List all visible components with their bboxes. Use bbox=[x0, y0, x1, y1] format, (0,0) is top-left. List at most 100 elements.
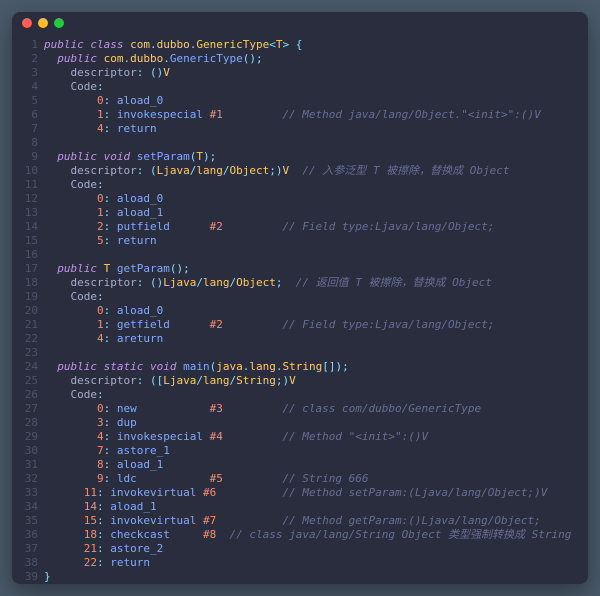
line-number: 39 bbox=[12, 570, 38, 584]
token: ;) bbox=[276, 374, 289, 388]
token: / bbox=[196, 374, 203, 388]
code-line: 8: aload_1 bbox=[44, 458, 588, 472]
token: []); bbox=[322, 360, 349, 374]
comment: // Method setParam:(Ljava/lang/Object;)V bbox=[282, 486, 547, 500]
code-line: 22: return bbox=[44, 556, 588, 570]
token: void bbox=[150, 360, 183, 374]
code-line: 4: areturn bbox=[44, 332, 588, 346]
token: lang bbox=[203, 374, 230, 388]
token: Code bbox=[71, 388, 98, 402]
line-number: 24 bbox=[12, 360, 38, 374]
token: return bbox=[117, 234, 157, 248]
token: T bbox=[104, 262, 117, 276]
token: descriptor bbox=[71, 66, 137, 80]
code-line: public static void main(java.lang.String… bbox=[44, 360, 588, 374]
token: #5 bbox=[210, 472, 223, 486]
token: . bbox=[150, 38, 157, 52]
token: invokevirtual bbox=[110, 486, 203, 500]
token: invokespecial bbox=[117, 108, 210, 122]
token: return bbox=[117, 122, 157, 136]
token: : bbox=[104, 444, 117, 458]
code-line: descriptor: ()V bbox=[44, 66, 588, 80]
token: : bbox=[104, 458, 117, 472]
line-number: 8 bbox=[12, 136, 38, 150]
comment: // Method "<init>":()V bbox=[282, 430, 428, 444]
close-icon[interactable] bbox=[22, 18, 32, 28]
token: aload_1 bbox=[117, 206, 163, 220]
code-line: public T getParam(); bbox=[44, 262, 588, 276]
token: 18 bbox=[84, 528, 97, 542]
token: 0 bbox=[97, 94, 104, 108]
line-number: 4 bbox=[12, 80, 38, 94]
code-line: descriptor: (Ljava/lang/Object;)V // 入参泛… bbox=[44, 164, 588, 178]
token: 0 bbox=[97, 192, 104, 206]
code-line: 11: invokevirtual #6 // Method setParam:… bbox=[44, 486, 588, 500]
token: 1 bbox=[97, 318, 104, 332]
line-number: 29 bbox=[12, 430, 38, 444]
line-number: 34 bbox=[12, 500, 38, 514]
line-number: 23 bbox=[12, 346, 38, 360]
token: public bbox=[57, 150, 103, 164]
code-line: 0: new #3 // class com/dubbo/GenericType bbox=[44, 402, 588, 416]
token: : bbox=[104, 304, 117, 318]
token: getfield bbox=[117, 318, 210, 332]
line-number: 37 bbox=[12, 542, 38, 556]
line-number: 36 bbox=[12, 528, 38, 542]
token: astore_2 bbox=[110, 542, 163, 556]
token: 22 bbox=[84, 556, 97, 570]
token: invokevirtual bbox=[110, 514, 203, 528]
token: Object bbox=[236, 276, 276, 290]
token: main bbox=[183, 360, 210, 374]
token: #4 bbox=[210, 430, 223, 444]
line-number: 21 bbox=[12, 318, 38, 332]
token: areturn bbox=[117, 332, 163, 346]
token: void bbox=[104, 150, 137, 164]
token: < bbox=[269, 38, 276, 52]
code-line: 18: checkcast #8 // class java/lang/Stri… bbox=[44, 528, 588, 542]
token: . bbox=[243, 360, 250, 374]
line-number: 1 bbox=[12, 38, 38, 52]
token: GenericType bbox=[170, 52, 243, 66]
comment: // class java/lang/String Object 类型强制转换成… bbox=[229, 528, 571, 542]
token: public bbox=[57, 360, 103, 374]
token: String bbox=[236, 374, 276, 388]
token: #3 bbox=[210, 402, 223, 416]
line-number: 12 bbox=[12, 192, 38, 206]
token: : ([ bbox=[137, 374, 164, 388]
code-line: 4: return bbox=[44, 122, 588, 136]
line-number: 17 bbox=[12, 262, 38, 276]
token: setParam bbox=[137, 150, 190, 164]
token: : bbox=[104, 234, 117, 248]
token: 15 bbox=[84, 514, 97, 528]
token: ); bbox=[203, 150, 216, 164]
token: astore_1 bbox=[117, 444, 170, 458]
token: / bbox=[223, 164, 230, 178]
token: 11 bbox=[84, 486, 97, 500]
code-editor[interactable]: 1234567891011121314151617181920212223242… bbox=[12, 34, 588, 584]
line-number: 20 bbox=[12, 304, 38, 318]
token: V bbox=[289, 374, 296, 388]
token: Object bbox=[229, 164, 269, 178]
line-number: 18 bbox=[12, 276, 38, 290]
line-number: 10 bbox=[12, 164, 38, 178]
token: #2 bbox=[210, 318, 223, 332]
comment: // String 666 bbox=[282, 472, 368, 486]
token: #8 bbox=[203, 528, 216, 542]
token: java bbox=[216, 360, 243, 374]
minimize-icon[interactable] bbox=[38, 18, 48, 28]
line-number: 14 bbox=[12, 220, 38, 234]
editor-window: 1234567891011121314151617181920212223242… bbox=[12, 12, 588, 584]
token: : bbox=[97, 542, 110, 556]
token: aload_0 bbox=[117, 304, 163, 318]
token: static bbox=[104, 360, 150, 374]
token: putfield bbox=[117, 220, 210, 234]
line-number: 16 bbox=[12, 248, 38, 262]
line-number: 15 bbox=[12, 234, 38, 248]
comment: // 入参泛型 T 被擦除，替换成 Object bbox=[302, 164, 509, 178]
token: : bbox=[104, 472, 117, 486]
token: #7 bbox=[203, 514, 216, 528]
zoom-icon[interactable] bbox=[54, 18, 64, 28]
code-area[interactable]: public class com.dubbo.GenericType<T> { … bbox=[44, 38, 588, 584]
code-line: 9: ldc #5 // String 666 bbox=[44, 472, 588, 486]
token: Code bbox=[71, 290, 98, 304]
